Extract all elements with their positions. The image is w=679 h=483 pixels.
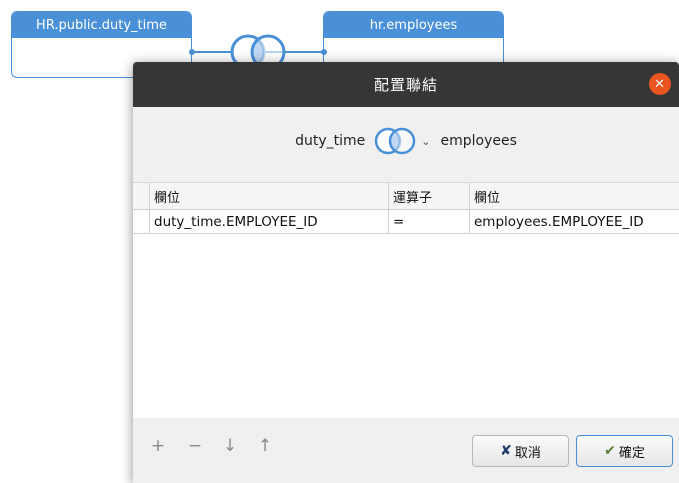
ok-button-label: 確定 bbox=[618, 445, 645, 461]
table-box-title: HR.public.duty_time bbox=[12, 12, 191, 38]
close-icon: ✕ bbox=[654, 76, 666, 92]
configure-join-dialog: 配置聯結 ✕ duty_time ⌄ employees 欄位 運算子 欄位 d… bbox=[133, 62, 679, 483]
cancel-x-icon: ✘ bbox=[500, 443, 512, 459]
column-header-left-field[interactable]: 欄位 bbox=[150, 183, 389, 210]
column-header-operator[interactable]: 運算子 bbox=[389, 183, 470, 210]
move-up-icon[interactable]: ↑ bbox=[255, 436, 275, 456]
join-type-row: duty_time ⌄ employees bbox=[133, 126, 679, 156]
full-outer-join-venn-icon[interactable] bbox=[371, 126, 419, 156]
row-header-corner bbox=[133, 183, 150, 210]
move-down-icon[interactable]: ↓ bbox=[220, 436, 240, 456]
cancel-button[interactable]: ✘ 取消 bbox=[472, 435, 569, 467]
right-field-cell[interactable]: employees.EMPLOYEE_ID bbox=[470, 210, 679, 234]
operator-cell[interactable]: = bbox=[389, 210, 470, 234]
join-conditions-grid: 欄位 運算子 欄位 duty_time.EMPLOYEE_ID = employ… bbox=[133, 182, 679, 418]
dialog-titlebar[interactable]: 配置聯結 ✕ bbox=[133, 62, 679, 107]
grid-header-row: 欄位 運算子 欄位 bbox=[133, 183, 679, 210]
ok-button[interactable]: ✔ 確定 bbox=[576, 435, 673, 467]
close-button[interactable]: ✕ bbox=[649, 73, 671, 95]
join-right-table: employees bbox=[440, 133, 517, 149]
left-field-cell[interactable]: duty_time.EMPLOYEE_ID bbox=[150, 210, 389, 234]
row-header[interactable] bbox=[133, 210, 150, 234]
chevron-down-icon[interactable]: ⌄ bbox=[421, 135, 430, 148]
cancel-button-label: 取消 bbox=[514, 445, 541, 461]
dialog-title: 配置聯結 bbox=[373, 76, 438, 94]
add-icon[interactable]: + bbox=[148, 436, 168, 456]
column-header-right-field[interactable]: 欄位 bbox=[470, 183, 679, 210]
table-row[interactable]: duty_time.EMPLOYEE_ID = employees.EMPLOY… bbox=[133, 210, 679, 234]
table-box-title: hr.employees bbox=[324, 12, 503, 38]
remove-icon[interactable]: − bbox=[185, 436, 205, 456]
confirm-icon: ✔ bbox=[604, 443, 616, 459]
join-left-table: duty_time bbox=[295, 133, 366, 149]
